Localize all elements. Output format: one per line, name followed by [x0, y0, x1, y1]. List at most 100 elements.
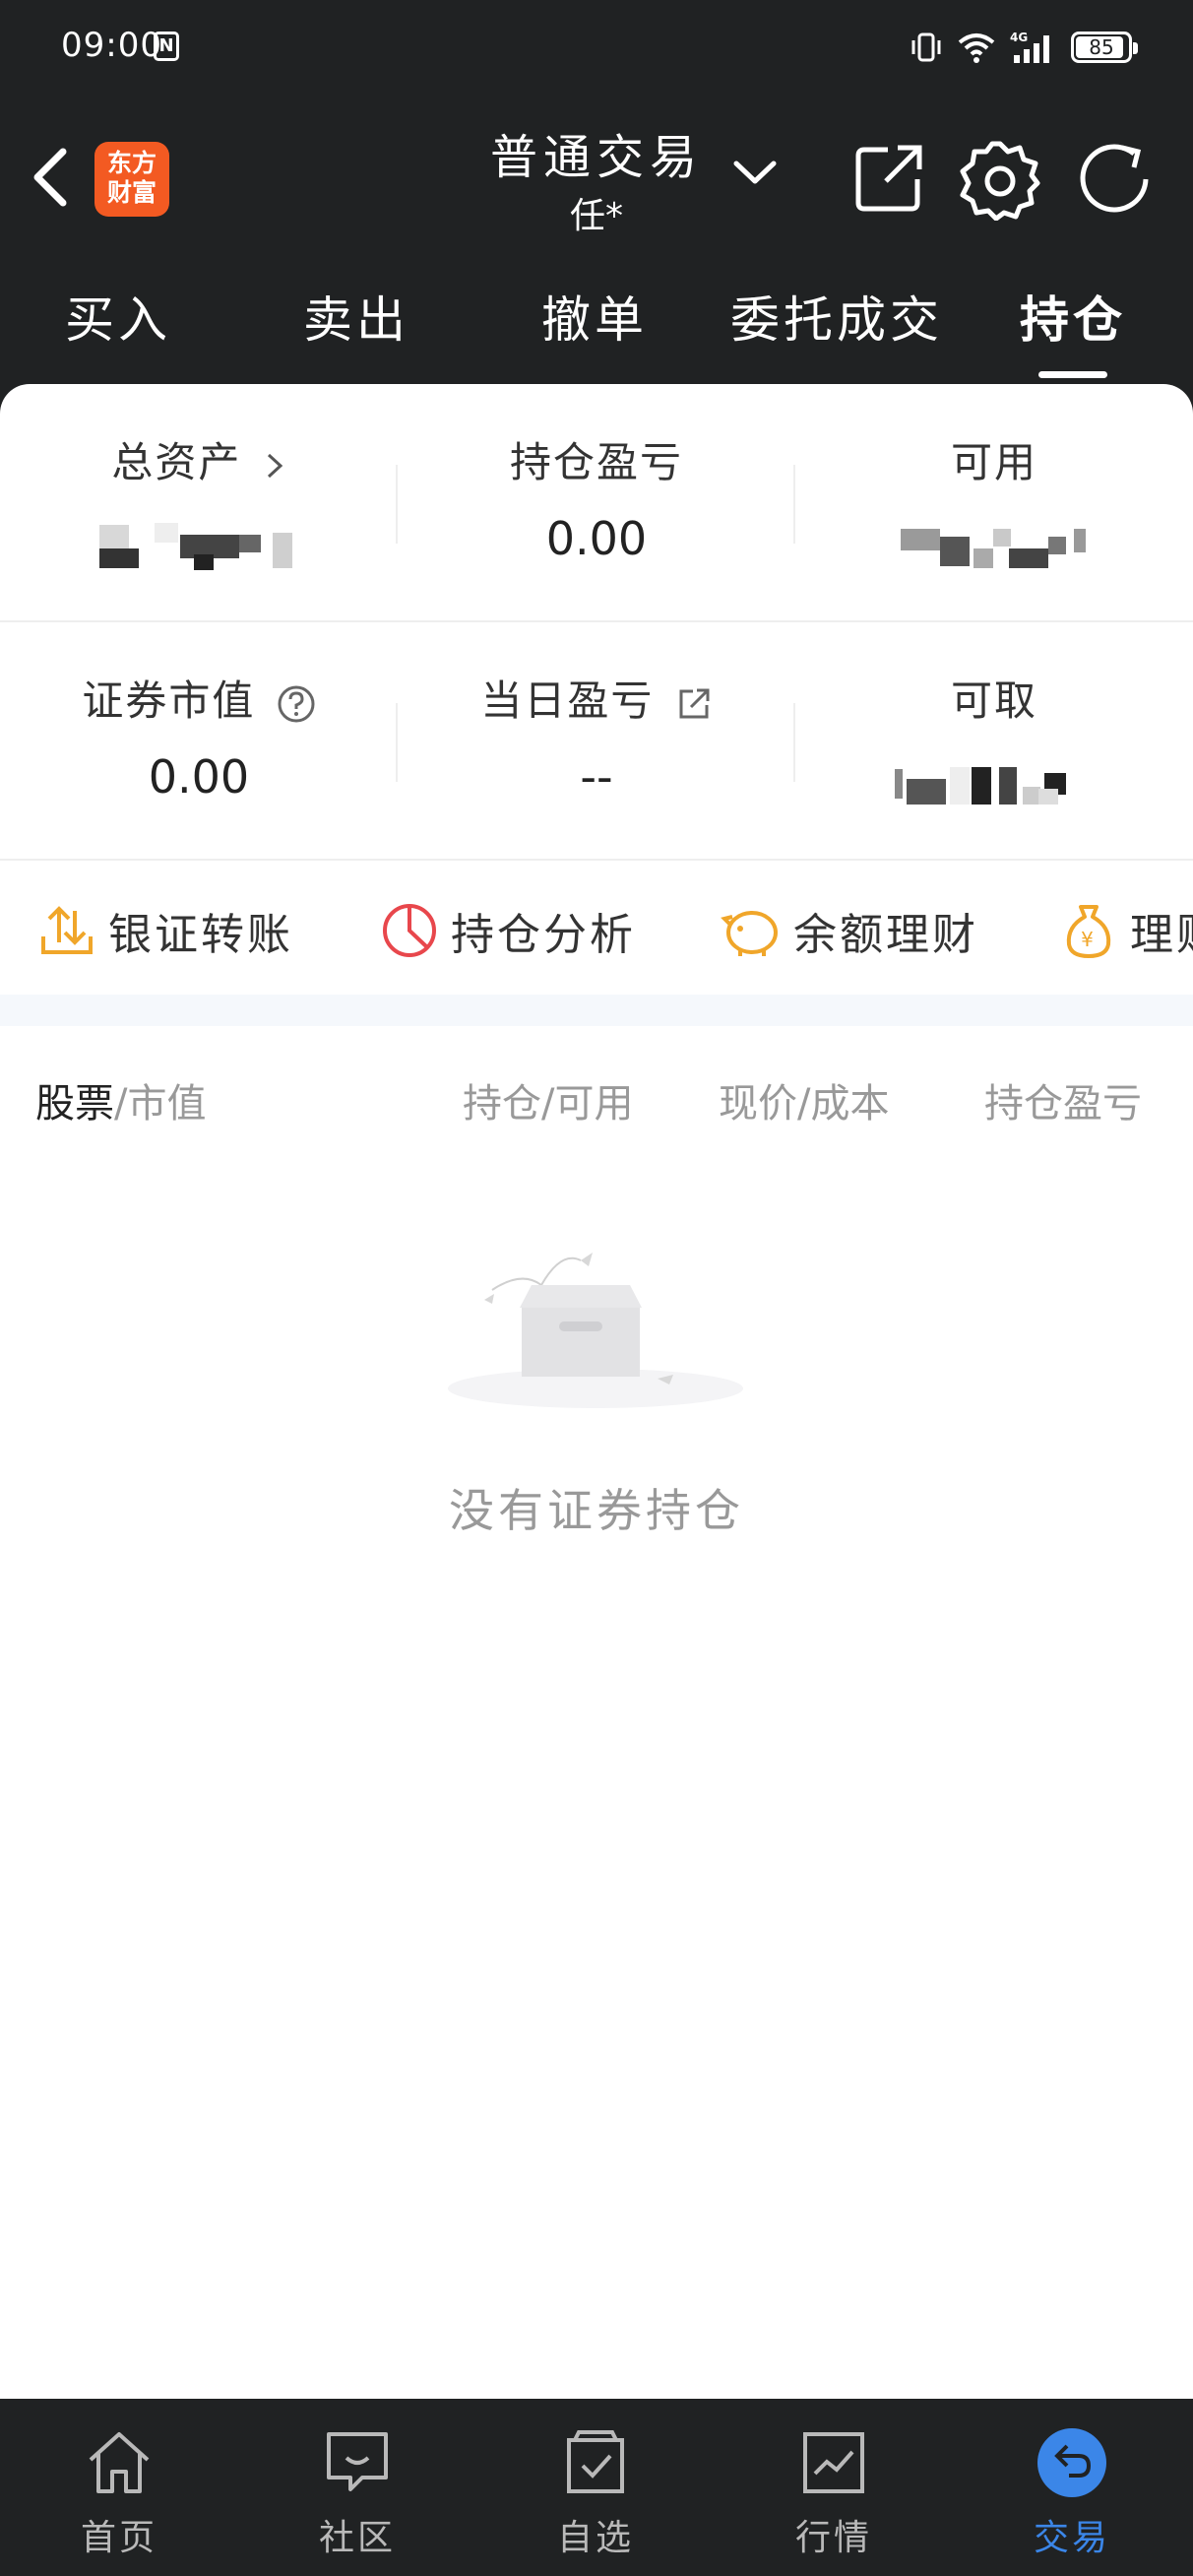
- nav-label: 自选: [556, 2518, 634, 2558]
- market-value-text: 证券市值: [82, 676, 256, 725]
- account-panel: 总资产 持仓盈亏 0.00 可用 证券市值 0.00 当日盈亏 -- 可取 银证…: [0, 384, 1193, 2399]
- tab-orders-trades[interactable]: 委托成交: [719, 266, 955, 374]
- total-assets-value: [0, 512, 398, 570]
- back-icon[interactable]: [24, 138, 83, 217]
- tab-sell[interactable]: 卖出: [278, 266, 435, 374]
- bottom-nav: 首页 社区 自选 行情 交易: [0, 2399, 1193, 2576]
- tab-buy[interactable]: 买入: [39, 266, 197, 374]
- external-link-icon[interactable]: [675, 685, 713, 723]
- gear-icon[interactable]: [959, 138, 1041, 221]
- trade-tabs: 买入 卖出 撤单 委托成交 持仓: [0, 266, 1193, 384]
- refresh-icon[interactable]: [1073, 138, 1162, 221]
- pie-chart-icon: [383, 904, 436, 957]
- trade-icon: [1037, 2428, 1106, 2497]
- brand-logo-line2: 财富: [106, 178, 157, 207]
- withdrawable-label: 可取: [950, 676, 1037, 725]
- available-cell: 可用: [795, 384, 1193, 620]
- nav-market[interactable]: 行情: [715, 2399, 953, 2576]
- brand-logo-line1: 东方: [106, 149, 157, 177]
- nav-bar: 东方 财富 普通交易 任*: [0, 108, 1193, 256]
- column-market-value-label: /市值: [114, 1081, 207, 1127]
- position-pnl-cell: 持仓盈亏 0.00: [398, 384, 795, 620]
- available-label: 可用: [950, 438, 1037, 486]
- tab-label: 撤单: [541, 291, 648, 349]
- tab-positions[interactable]: 持仓: [994, 266, 1152, 378]
- chevron-right-icon: [267, 453, 283, 478]
- tab-label: 卖出: [303, 291, 409, 349]
- section-separator: [0, 995, 1193, 1026]
- nav-home[interactable]: 首页: [0, 2399, 238, 2576]
- daily-pnl-value: --: [580, 750, 613, 804]
- chart-icon: [803, 2432, 864, 2493]
- tab-label: 持仓: [1020, 291, 1126, 349]
- tab-cancel-order[interactable]: 撤单: [516, 266, 673, 374]
- quick-action-label: 理财: [1130, 910, 1193, 960]
- share-icon[interactable]: [850, 138, 925, 217]
- account-name[interactable]: 任*: [463, 187, 730, 238]
- summary-row-1: 总资产 持仓盈亏 0.00 可用: [0, 384, 1193, 620]
- empty-state-text: 没有证券持仓: [449, 1484, 744, 1537]
- total-assets-cell[interactable]: 总资产: [0, 384, 398, 620]
- svg-text:¥: ¥: [1081, 928, 1097, 951]
- nav-community[interactable]: 社区: [238, 2399, 476, 2576]
- signal-icon: 4G: [1010, 31, 1049, 63]
- status-bar: 09:00 N 4G 85: [0, 0, 1193, 98]
- available-value: [795, 512, 1193, 570]
- nav-trade[interactable]: 交易: [953, 2399, 1191, 2576]
- market-value-label: 证券市值: [0, 668, 398, 728]
- total-assets-label: 总资产: [0, 429, 398, 489]
- quick-action-label: 银证转账: [108, 910, 293, 960]
- tab-label: 委托成交: [730, 291, 943, 349]
- masked-value: [95, 515, 302, 570]
- withdrawable-cell: 可取: [795, 622, 1193, 859]
- vibrate-icon: [911, 32, 941, 62]
- status-indicators: 4G 85: [910, 28, 1138, 67]
- brand-logo: 东方 财富: [94, 142, 169, 217]
- watchlist-icon: [567, 2430, 624, 2493]
- tab-active-indicator: [1038, 371, 1107, 378]
- column-position-pnl[interactable]: 持仓盈亏: [984, 1071, 1142, 1128]
- column-position-available[interactable]: 持仓/可用: [463, 1071, 633, 1128]
- masked-value: [891, 515, 1098, 570]
- chevron-down-icon[interactable]: [730, 154, 780, 193]
- bank-transfer-button[interactable]: 银证转账: [37, 896, 293, 965]
- home-icon: [89, 2432, 150, 2493]
- daily-pnl-label: 当日盈亏: [398, 668, 795, 728]
- nav-watchlist[interactable]: 自选: [476, 2399, 715, 2576]
- nfc-icon: N: [154, 32, 179, 61]
- svg-text:4G: 4G: [1010, 31, 1028, 44]
- piggy-bank-icon: [721, 911, 778, 956]
- status-time: 09:00: [61, 26, 162, 65]
- nav-label: 行情: [794, 2518, 872, 2558]
- quick-actions: 银证转账 持仓分析 余额理财 ¥ 理财: [0, 861, 1193, 995]
- masked-value: [891, 753, 1098, 808]
- quick-action-label: 余额理财: [793, 910, 978, 960]
- balance-finance-button[interactable]: 余额理财: [719, 896, 978, 965]
- daily-pnl-cell[interactable]: 当日盈亏 --: [398, 622, 795, 859]
- battery-indicator: 85: [1071, 32, 1138, 63]
- withdrawable-value: [795, 750, 1193, 808]
- money-bag-icon: ¥: [1066, 905, 1111, 958]
- nav-label: 社区: [318, 2518, 396, 2558]
- wifi-icon: [958, 33, 995, 63]
- total-assets-text: 总资产: [111, 438, 242, 486]
- tab-label: 买入: [65, 291, 171, 349]
- transfer-icon: [41, 906, 93, 954]
- market-value-value: 0.00: [148, 750, 250, 804]
- column-stock-label: 股票: [35, 1081, 114, 1127]
- wealth-management-button[interactable]: ¥ 理财: [1059, 896, 1193, 965]
- quick-action-label: 持仓分析: [451, 910, 636, 960]
- holdings-table-header: 股票/市值 持仓/可用 现价/成本 持仓盈亏: [0, 1052, 1193, 1140]
- empty-box-icon: [448, 1253, 743, 1408]
- position-pnl-value: 0.00: [545, 512, 648, 565]
- page-title[interactable]: 普通交易: [463, 118, 730, 187]
- position-pnl-label: 持仓盈亏: [509, 438, 683, 486]
- daily-pnl-text: 当日盈亏: [480, 676, 655, 725]
- position-analysis-button[interactable]: 持仓分析: [380, 896, 636, 965]
- column-stock-market-value[interactable]: 股票/市值: [35, 1071, 206, 1128]
- nav-label: 首页: [80, 2518, 157, 2558]
- market-value-cell: 证券市值 0.00: [0, 622, 398, 859]
- help-icon[interactable]: [277, 684, 316, 724]
- chat-icon: [327, 2432, 388, 2491]
- column-price-cost[interactable]: 现价/成本: [719, 1071, 889, 1128]
